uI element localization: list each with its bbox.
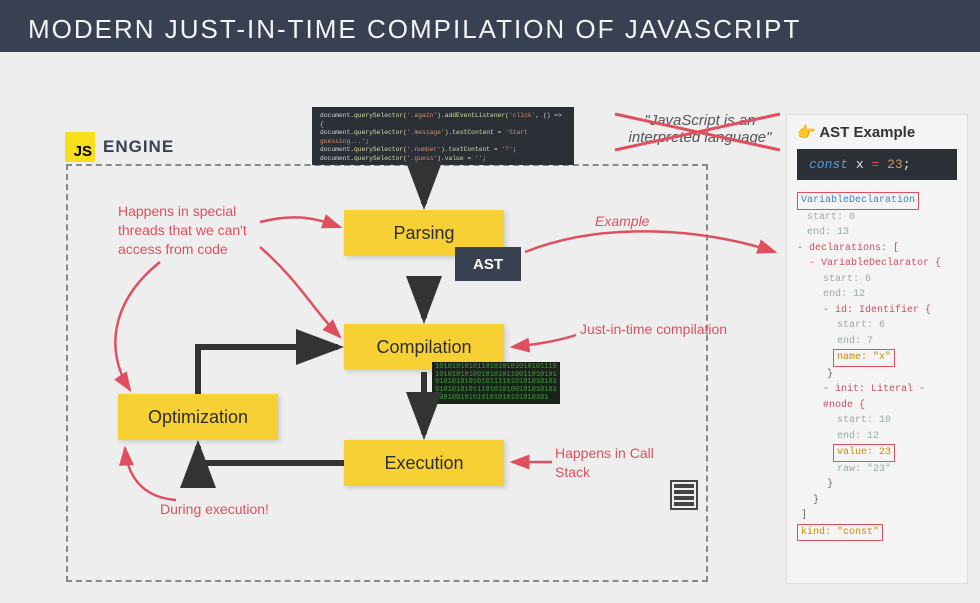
header: MODERN JUST-IN-TIME COMPILATION OF JAVAS… — [0, 0, 980, 52]
annotation-jit: Just-in-time compilation — [580, 320, 730, 339]
engine-label: ENGINE — [103, 137, 174, 157]
stage-optimization: Optimization — [118, 394, 278, 440]
page-title: MODERN JUST-IN-TIME COMPILATION OF JAVAS… — [28, 14, 952, 45]
ast-code-sample: const x = 23; — [797, 149, 957, 180]
ast-tree: VariableDeclaration start: 0 end: 13 - d… — [797, 192, 957, 541]
call-stack-icon — [670, 480, 698, 510]
js-badge-icon: JS — [65, 132, 95, 162]
point-right-icon: 👉 — [797, 124, 816, 141]
machine-code-icon: 1010101010110101010101010111010101010100… — [432, 362, 560, 404]
annotation-during: During execution! — [160, 500, 269, 519]
struck-text: "JavaScript is an interpreted language" — [620, 112, 780, 146]
annotation-example: Example — [595, 212, 649, 231]
stage-execution: Execution — [344, 440, 504, 486]
diagram-canvas: JS ENGINE document.querySelector('.again… — [0, 52, 980, 551]
ast-panel-title: 👉 AST Example — [797, 123, 957, 141]
annotation-threads: Happens in special threads that we can't… — [118, 202, 278, 259]
source-code-snippet: document.querySelector('.again').addEven… — [312, 107, 574, 165]
ast-output-tag: AST — [455, 247, 521, 281]
ast-example-panel: 👉 AST Example const x = 23; VariableDecl… — [786, 114, 968, 584]
strike-x-icon — [610, 106, 790, 156]
annotation-callstack: Happens in Call Stack — [555, 444, 675, 482]
